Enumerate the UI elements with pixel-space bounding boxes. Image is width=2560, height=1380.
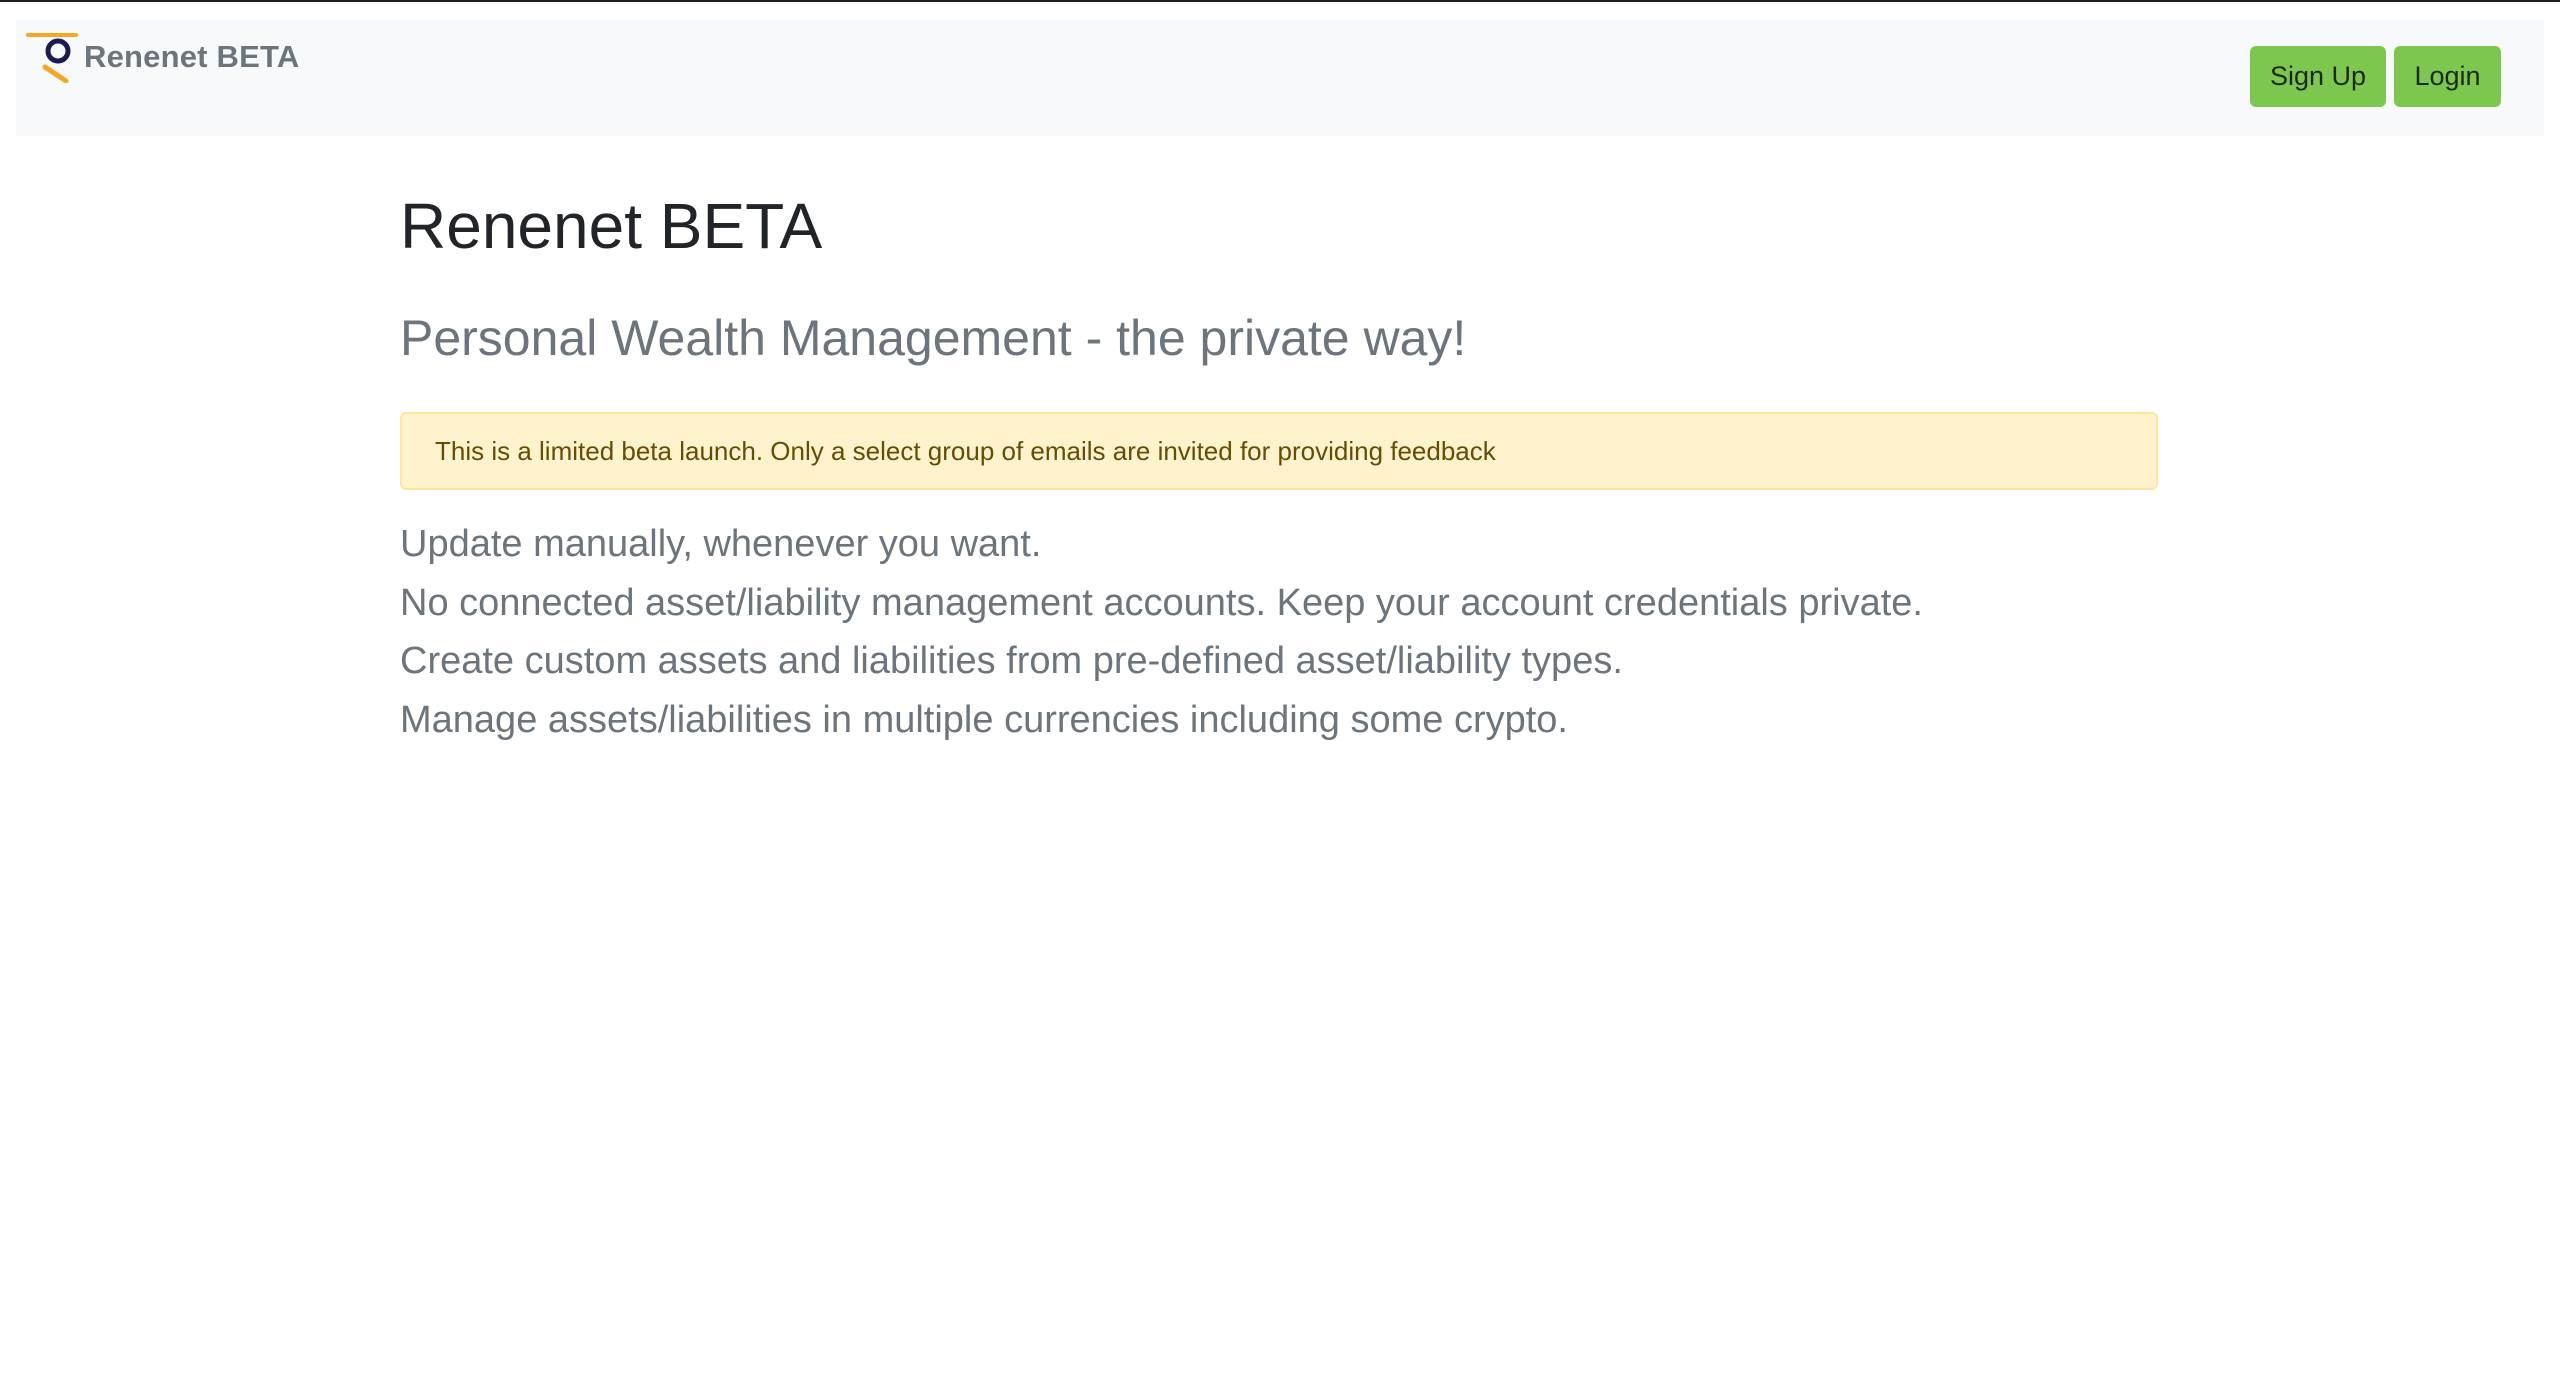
brand-name: Renenet BETA	[84, 39, 300, 74]
sign-up-button[interactable]: Sign Up	[2250, 46, 2386, 107]
feature-item: Manage assets/liabilities in multiple cu…	[400, 698, 1568, 741]
page-title: Renenet BETA	[400, 190, 823, 262]
brand-link[interactable]: Renenet BETA	[26, 32, 300, 83]
login-button[interactable]: Login	[2394, 46, 2501, 107]
renenet-logo-icon	[26, 33, 78, 83]
feature-item: Create custom assets and liabilities fro…	[400, 640, 1623, 682]
window-top-border	[0, 0, 2560, 2]
page-subtitle: Personal Wealth Management - the private…	[400, 310, 1467, 366]
beta-alert-text: This is a limited beta launch. Only a se…	[435, 435, 1496, 466]
feature-list: Update manually, whenever you want. No c…	[400, 515, 1923, 749]
feature-item: Update manually, whenever you want.	[400, 523, 1042, 565]
navbar	[16, 20, 2544, 136]
feature-item: No connected asset/liability management …	[400, 581, 1923, 624]
beta-alert: This is a limited beta launch. Only a se…	[400, 412, 2158, 490]
